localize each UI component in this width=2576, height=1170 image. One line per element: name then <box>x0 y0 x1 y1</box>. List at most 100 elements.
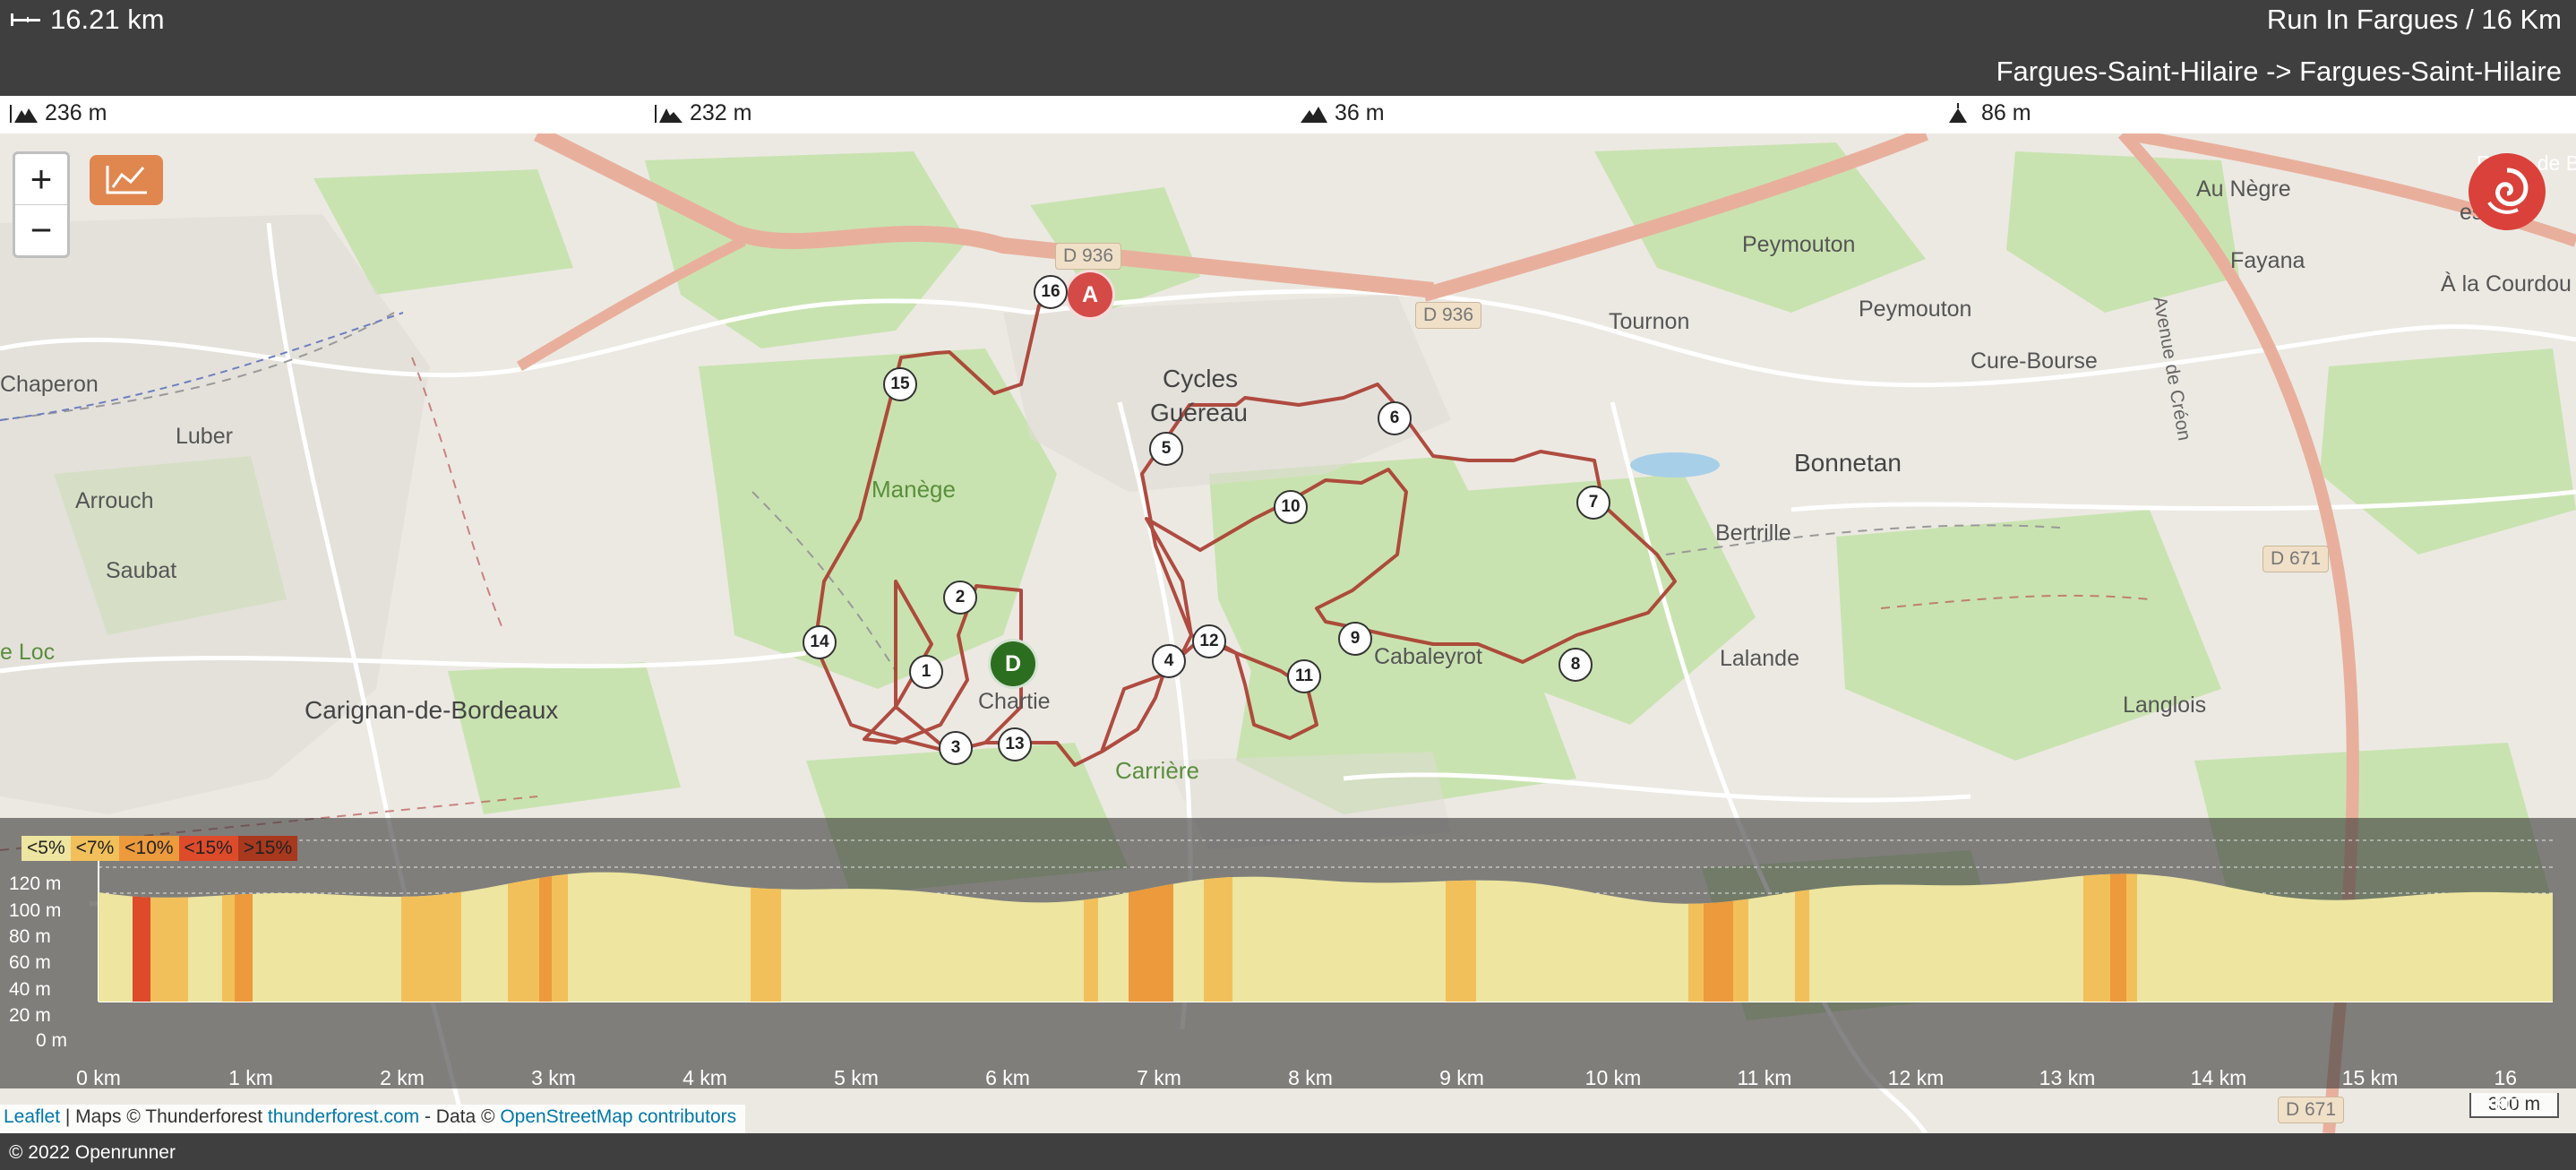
place-label: Peymouton <box>1859 297 1972 322</box>
x-tick-label: 1 km <box>228 1066 273 1089</box>
attribution-text: | Maps © Thunderforest <box>60 1106 268 1127</box>
max-altitude-stat: 86 m <box>1945 100 2031 126</box>
route-subtitle: Fargues-Saint-Hilaire -> Fargues-Saint-H… <box>1996 56 2562 87</box>
km-marker[interactable]: 16 <box>1034 275 1068 309</box>
km-marker[interactable]: 2 <box>943 581 977 615</box>
zoom-control: + − <box>13 151 70 258</box>
place-label: Luber <box>176 424 233 449</box>
y-tick-label: 100 m <box>9 900 62 921</box>
slope-band <box>552 872 568 1002</box>
x-tick-label: 9 km <box>1439 1066 1484 1089</box>
page-footer: © 2022 Openrunner <box>0 1133 2576 1170</box>
place-label: Bonnetan <box>1794 449 1902 477</box>
place-label: Au Nègre <box>2196 176 2291 202</box>
y-tick-label: 120 m <box>9 873 62 894</box>
spiral-logo-icon <box>2487 168 2529 214</box>
x-tick-label: 16 km <box>2494 1066 2522 1114</box>
thunderforest-link[interactable]: thunderforest.com <box>268 1106 419 1127</box>
road-tag: D 671 <box>2263 546 2330 572</box>
legend-item: <15% <box>178 836 238 861</box>
x-tick-label: 14 km <box>2190 1066 2247 1089</box>
min-altitude-icon <box>1301 106 1327 123</box>
x-tick-label: 12 km <box>1887 1066 1945 1089</box>
km-marker[interactable]: 11 <box>1287 659 1321 693</box>
km-marker[interactable]: 6 <box>1378 401 1412 435</box>
slope-band <box>1704 872 1733 1002</box>
leaflet-link[interactable]: Leaflet <box>4 1106 60 1127</box>
place-label: Peymouton <box>1742 232 1856 257</box>
slope-band <box>401 872 461 1002</box>
place-label: Saubat <box>106 558 177 583</box>
road-tag: D 936 <box>1415 302 1482 329</box>
osm-link[interactable]: OpenStreetMap contributors <box>500 1106 736 1127</box>
end-pin[interactable]: D <box>988 639 1038 689</box>
place-label: Chartie <box>978 689 1051 714</box>
zoom-in-button[interactable]: + <box>15 154 67 204</box>
slope-band <box>1688 872 1704 1002</box>
legend-item: <7% <box>70 836 120 861</box>
place-label: Tournon <box>1609 309 1690 334</box>
slope-band <box>1446 872 1476 1002</box>
elevation-chart-toggle-button[interactable] <box>90 155 163 205</box>
slope-band <box>2083 872 2110 1002</box>
place-label: Guéreau <box>1150 399 1248 426</box>
place-label: Carignan-de-Bordeaux <box>305 696 559 724</box>
min-altitude-stat: 36 m <box>1299 100 1385 126</box>
x-tick-label: 13 km <box>2039 1066 2096 1089</box>
slope-band <box>1204 872 1232 1002</box>
slope-band <box>751 872 781 1002</box>
openrunner-logo[interactable] <box>2469 153 2546 230</box>
legend-item: <5% <box>21 836 71 861</box>
x-tick-label: 4 km <box>683 1066 727 1089</box>
km-marker[interactable]: 10 <box>1274 490 1308 524</box>
x-tick-label: 5 km <box>834 1066 879 1089</box>
x-tick-label: 11 km <box>1737 1066 1792 1089</box>
slope-band <box>1733 872 1748 1002</box>
elevation-loss-stat: 232 m <box>654 100 751 126</box>
y-tick-label: 80 m <box>9 926 51 947</box>
place-label: Chaperon <box>0 372 99 397</box>
x-tick-label: 2 km <box>380 1066 425 1089</box>
elevation-loss-value: 232 m <box>690 100 752 125</box>
km-marker[interactable]: 7 <box>1576 486 1610 520</box>
slope-band <box>1084 872 1098 1002</box>
km-marker[interactable]: 14 <box>803 625 837 659</box>
slope-band <box>2126 872 2137 1002</box>
elevation-area <box>99 872 2553 1002</box>
max-altitude-icon <box>1949 102 1967 123</box>
km-marker[interactable]: 12 <box>1192 624 1226 658</box>
place-label: À la Courdou <box>2441 271 2572 297</box>
copyright-text: © 2022 Openrunner <box>9 1142 176 1163</box>
y-tick-label: 20 m <box>9 1005 51 1026</box>
line-chart-icon <box>106 166 147 194</box>
elevation-profile[interactable] <box>0 818 2576 1088</box>
km-marker[interactable]: 5 <box>1149 432 1183 466</box>
km-marker[interactable]: 9 <box>1338 622 1372 656</box>
slope-band <box>2110 872 2126 1002</box>
distance-value: 16.21 km <box>50 4 165 35</box>
km-marker[interactable]: 4 <box>1152 644 1186 678</box>
km-marker[interactable]: 15 <box>883 367 917 401</box>
y-tick-label: 40 m <box>9 979 51 1000</box>
start-pin[interactable]: A <box>1065 270 1115 320</box>
elevation-chart <box>98 839 2553 1002</box>
km-marker[interactable]: 1 <box>909 655 943 689</box>
elevation-gain-stat: 236 m <box>9 100 107 126</box>
slope-band <box>508 872 539 1002</box>
elevation-gain-value: 236 m <box>45 100 107 125</box>
route-title: Run In Fargues / 16 Km <box>2266 4 2562 35</box>
distance-display: 16.21 km <box>9 4 165 36</box>
km-marker[interactable]: 13 <box>998 727 1032 761</box>
y-tick-label: 60 m <box>9 952 51 973</box>
place-label: e Loc <box>0 640 56 665</box>
place-label: Manège <box>872 476 956 503</box>
map-view[interactable]: Chaperon Luber Arrouch Saubat e Loc Cari… <box>0 133 2576 1133</box>
slope-band <box>1795 872 1809 1002</box>
km-marker[interactable]: 8 <box>1558 648 1593 682</box>
x-tick-label: 8 km <box>1288 1066 1333 1089</box>
km-marker[interactable]: 3 <box>939 731 973 765</box>
route-header: 16.21 km Run In Fargues / 16 Km Fargues-… <box>0 0 2576 96</box>
place-label: Arrouch <box>75 488 154 513</box>
y-tick-label: 0 m <box>36 1030 68 1051</box>
zoom-out-button[interactable]: − <box>15 204 67 255</box>
